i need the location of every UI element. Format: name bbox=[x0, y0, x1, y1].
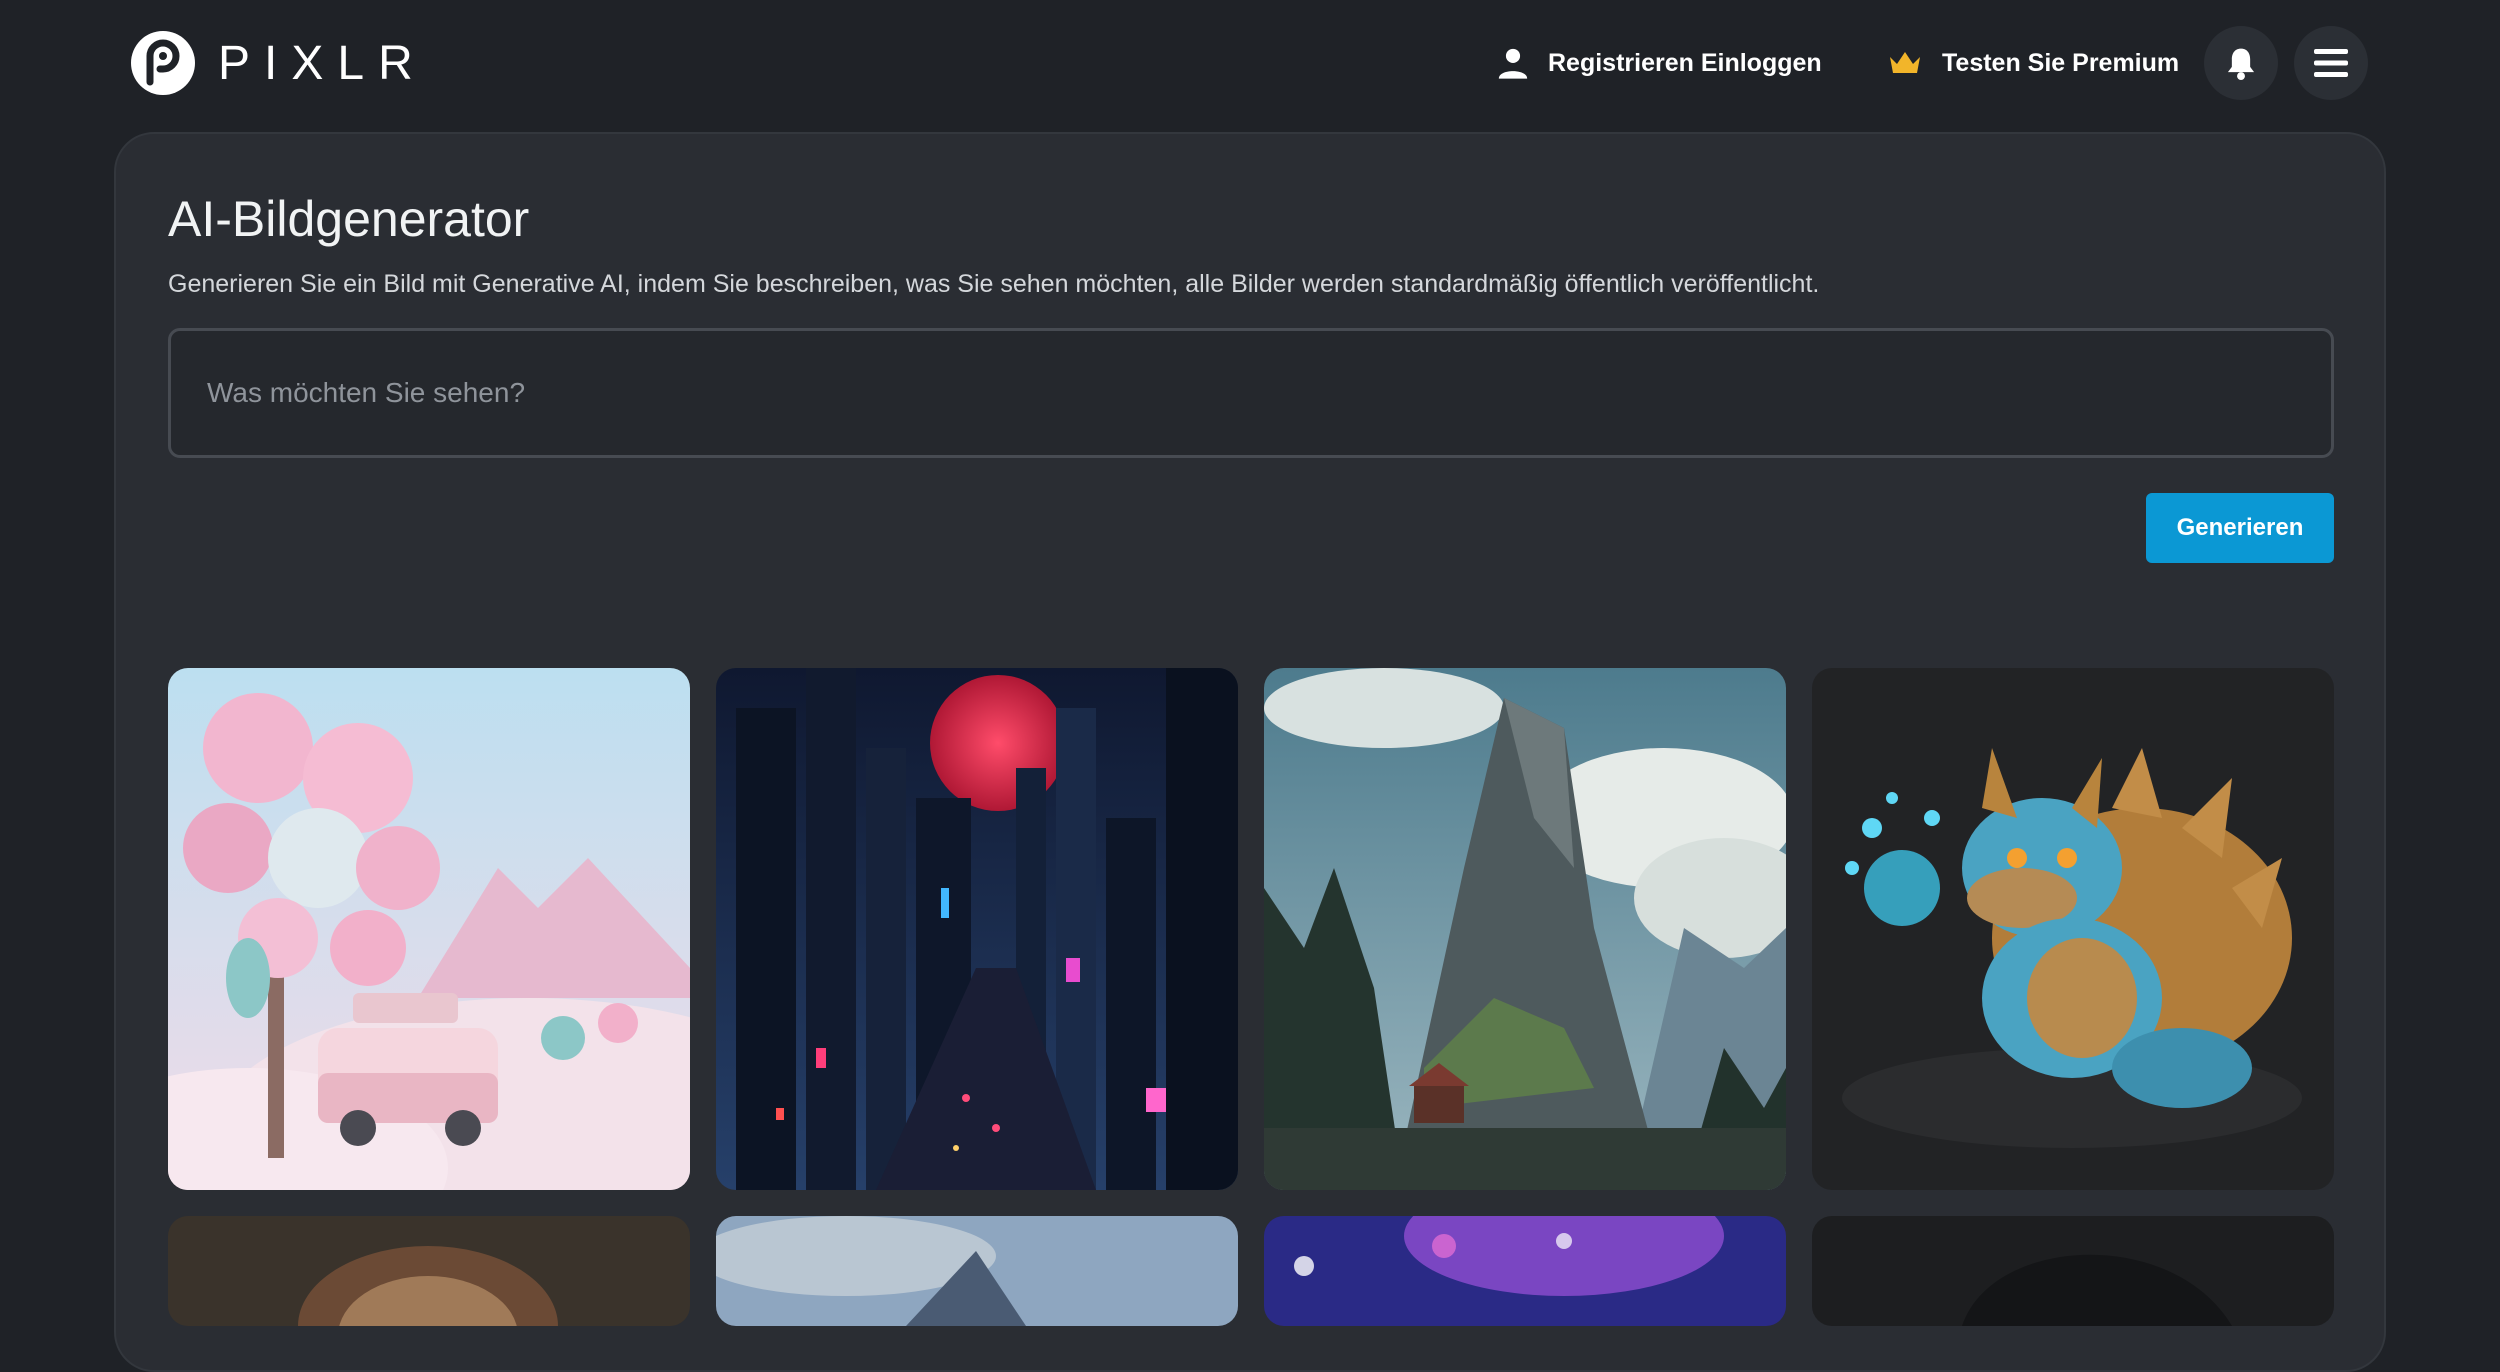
prompt-field[interactable] bbox=[168, 328, 2334, 458]
prompt-input[interactable] bbox=[171, 331, 2331, 455]
gallery-image[interactable] bbox=[716, 668, 1238, 1190]
user-icon bbox=[1498, 48, 1528, 79]
top-bar: PIXLR Registrieren Einloggen Testen Sie … bbox=[0, 0, 2500, 125]
page-description: Generieren Sie ein Bild mit Generative A… bbox=[168, 270, 1820, 298]
mountain-cabin-image bbox=[1264, 668, 1786, 1190]
menu-button[interactable] bbox=[2294, 26, 2368, 100]
crown-icon bbox=[1890, 52, 1920, 73]
notifications-button[interactable] bbox=[2204, 26, 2278, 100]
hamburger-menu-icon bbox=[2314, 49, 2348, 77]
crystal-tower-image bbox=[716, 1216, 1238, 1326]
gallery-image[interactable] bbox=[716, 1216, 1238, 1326]
brand-name: PIXLR bbox=[218, 36, 427, 90]
turtle-monster-image bbox=[1812, 668, 2334, 1190]
gallery-image[interactable] bbox=[1812, 1216, 2334, 1326]
sloth-portrait-image bbox=[168, 1216, 690, 1326]
concert-lights-image bbox=[1264, 1216, 1786, 1326]
pastel-van-landscape-image bbox=[168, 668, 690, 1190]
gallery-image[interactable] bbox=[168, 668, 690, 1190]
register-login-label: Registrieren Einloggen bbox=[1548, 48, 1822, 77]
premium-label: Testen Sie Premium bbox=[1942, 48, 2180, 77]
pixlr-logo[interactable]: PIXLR bbox=[130, 28, 427, 98]
register-login-link[interactable]: Registrieren Einloggen bbox=[1496, 38, 1822, 88]
pixlr-logo-icon bbox=[131, 31, 195, 95]
gallery-image[interactable] bbox=[1264, 1216, 1786, 1326]
gallery-image[interactable] bbox=[1264, 668, 1786, 1190]
gallery-image[interactable] bbox=[168, 1216, 690, 1326]
bell-icon bbox=[2227, 48, 2255, 80]
generate-button[interactable]: Generieren bbox=[2146, 493, 2334, 563]
cyberpunk-city-image bbox=[716, 668, 1238, 1190]
dark-hair-portrait-image bbox=[1812, 1216, 2334, 1326]
gallery-image[interactable] bbox=[1812, 668, 2334, 1190]
page-title: AI-Bildgenerator bbox=[168, 191, 530, 247]
premium-link[interactable]: Testen Sie Premium bbox=[1888, 38, 2179, 88]
